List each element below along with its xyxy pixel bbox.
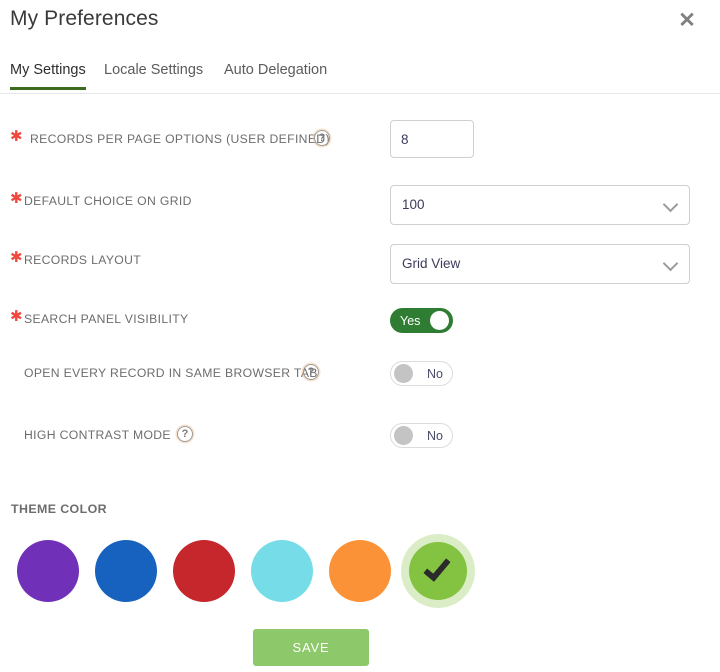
- toggle-knob: [430, 311, 449, 330]
- toggle-label: No: [427, 366, 443, 382]
- check-icon: [423, 553, 450, 582]
- field-label: OPEN EVERY RECORD IN SAME BROWSER TAB: [24, 366, 318, 380]
- toggle-search-panel-visibility[interactable]: Yes: [390, 308, 453, 333]
- select-value: 100: [402, 197, 425, 212]
- field-label: HIGH CONTRAST MODE: [24, 428, 171, 442]
- select-records-layout[interactable]: Grid View: [390, 244, 690, 284]
- page-title: My Preferences: [10, 7, 158, 31]
- toggle-open-every-record-in-same-browser-tab[interactable]: No: [390, 361, 453, 386]
- required-asterisk-icon: ✱: [10, 130, 23, 144]
- field-label: RECORDS PER PAGE OPTIONS (USER DEFINED): [30, 132, 330, 146]
- toggle-label: Yes: [400, 313, 420, 329]
- save-button[interactable]: SAVE: [253, 629, 369, 666]
- field-label: SEARCH PANEL VISIBILITY: [24, 312, 189, 326]
- theme-swatch-purple[interactable]: [10, 533, 86, 609]
- help-icon[interactable]: ?: [303, 364, 319, 380]
- toggle-knob: [394, 426, 413, 445]
- close-icon[interactable]: ✕: [674, 7, 700, 33]
- tab-locale-settings[interactable]: Locale Settings: [104, 62, 203, 87]
- field-row: ✱SEARCH PANEL VISIBILITY: [0, 308, 720, 340]
- select-default-choice-on-grid[interactable]: 100: [390, 185, 690, 225]
- swatch-circle: [17, 540, 79, 602]
- swatch-circle: [409, 542, 467, 600]
- theme-swatch-red[interactable]: [166, 533, 242, 609]
- field-row: HIGH CONTRAST MODE?: [0, 424, 720, 456]
- theme-swatch-orange[interactable]: [322, 533, 398, 609]
- toggle-knob: [394, 364, 413, 383]
- theme-swatch-green[interactable]: [400, 533, 476, 609]
- swatch-circle: [251, 540, 313, 602]
- toggle-high-contrast-mode[interactable]: No: [390, 423, 453, 448]
- help-icon[interactable]: ?: [177, 426, 193, 442]
- chevron-down-icon: [663, 256, 679, 272]
- theme-color-label: THEME COLOR: [11, 502, 107, 516]
- field-label: RECORDS LAYOUT: [24, 253, 141, 267]
- theme-swatch-cyan[interactable]: [244, 533, 320, 609]
- help-icon[interactable]: ?: [314, 130, 330, 146]
- swatch-circle: [95, 540, 157, 602]
- field-row: ✱ RECORDS PER PAGE OPTIONS (USER DEFINED)…: [0, 128, 720, 160]
- tab-bar: My Settings Locale Settings Auto Delegatio…: [0, 62, 720, 94]
- toggle-label: No: [427, 428, 443, 444]
- theme-swatch-blue[interactable]: [88, 533, 164, 609]
- field-label: DEFAULT CHOICE ON GRID: [24, 194, 192, 208]
- select-value: Grid View: [402, 256, 460, 271]
- swatch-circle: [173, 540, 235, 602]
- required-asterisk-icon: ✱: [10, 310, 23, 324]
- tab-auto-delegation[interactable]: Auto Delegation: [224, 62, 327, 87]
- required-asterisk-icon: ✱: [10, 251, 23, 265]
- field-row: OPEN EVERY RECORD IN SAME BROWSER TAB?: [0, 362, 720, 394]
- tab-my-settings[interactable]: My Settings: [10, 62, 86, 90]
- required-asterisk-icon: ✱: [10, 192, 23, 206]
- preferences-dialog: My Preferences ✕ My Settings Locale Setti…: [0, 0, 720, 672]
- swatch-circle: [329, 540, 391, 602]
- records-per-page-input[interactable]: [390, 120, 474, 158]
- chevron-down-icon: [663, 197, 679, 213]
